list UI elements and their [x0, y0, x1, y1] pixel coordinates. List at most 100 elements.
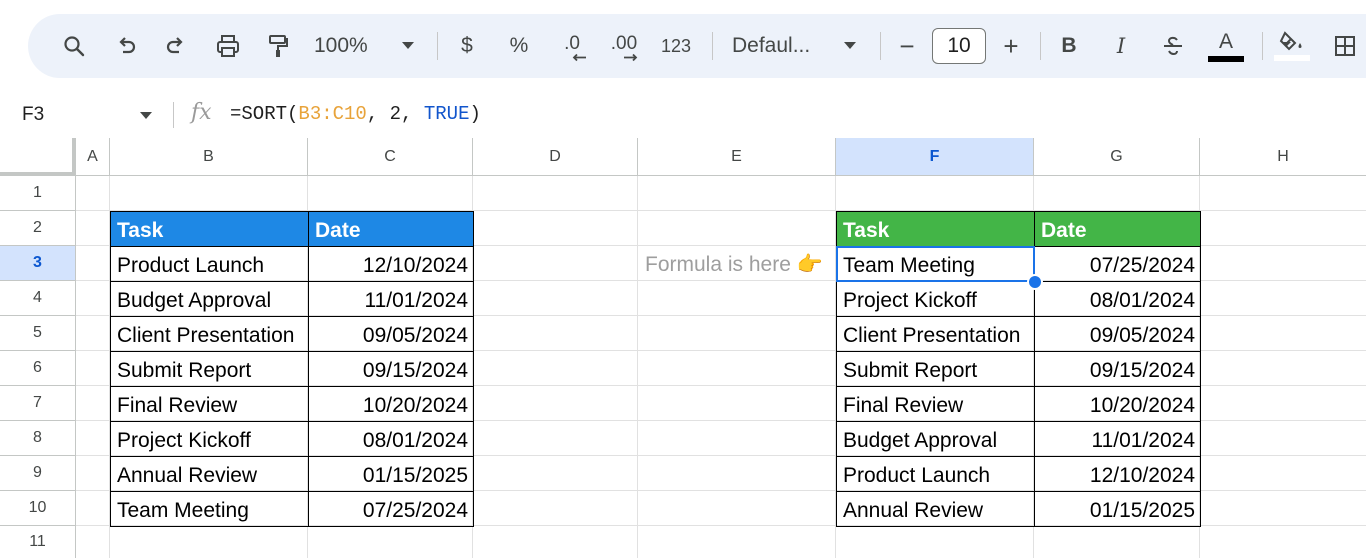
caret-down-icon: [844, 42, 856, 49]
source_table-header-task[interactable]: Task: [110, 211, 309, 247]
source_table-task-cell[interactable]: Final Review: [110, 386, 309, 422]
column-header-b[interactable]: B: [110, 138, 308, 176]
formula-suffix: ): [469, 103, 481, 125]
currency-format-button[interactable]: $: [452, 14, 482, 78]
source_table-date-cell[interactable]: 10/20/2024: [308, 386, 474, 422]
column-header-f[interactable]: F: [836, 138, 1034, 176]
sorted_table-task-cell[interactable]: Budget Approval: [836, 421, 1035, 457]
source_table-task-cell[interactable]: Submit Report: [110, 351, 309, 387]
sorted_table-task-cell[interactable]: Final Review: [836, 386, 1035, 422]
sorted_table-header-task[interactable]: Task: [836, 211, 1035, 247]
zoom-select[interactable]: 100%: [314, 14, 384, 78]
sorted_table-date-cell[interactable]: 12/10/2024: [1034, 456, 1201, 492]
column-header-c[interactable]: C: [308, 138, 473, 176]
formula-bool: TRUE: [423, 103, 470, 125]
fill-color-button[interactable]: [1272, 14, 1312, 78]
source_table-date-cell[interactable]: 12/10/2024: [308, 246, 474, 282]
sorted_table-task-cell[interactable]: Client Presentation: [836, 316, 1035, 352]
sorted_table-task-cell[interactable]: Project Kickoff: [836, 281, 1035, 317]
decrease-decimal-button[interactable]: .0: [552, 14, 592, 78]
formula-input[interactable]: =SORT(B3:C10, 2, TRUE): [230, 92, 481, 137]
column-header-g[interactable]: G: [1034, 138, 1200, 176]
strikethrough-button[interactable]: [1158, 14, 1188, 78]
sorted_table-date-cell[interactable]: 11/01/2024: [1034, 421, 1201, 457]
row-header-4[interactable]: 4: [0, 281, 76, 316]
print-button[interactable]: [210, 14, 246, 78]
borders-icon: [1335, 36, 1355, 56]
source_table-task-cell[interactable]: Product Launch: [110, 246, 309, 282]
sorted_table-task-cell[interactable]: Annual Review: [836, 491, 1035, 527]
font-family-value: Defaul...: [732, 34, 811, 57]
row-header-7[interactable]: 7: [0, 386, 76, 421]
search-menus-button[interactable]: [56, 14, 92, 78]
sorted_table-date-cell[interactable]: 09/15/2024: [1034, 351, 1201, 387]
redo-button[interactable]: [158, 14, 194, 78]
font-family-select[interactable]: Defaul...: [732, 14, 822, 78]
active-cell-f3[interactable]: [836, 246, 1035, 282]
decrease-font-size-button[interactable]: −: [894, 14, 920, 78]
more-formats-button[interactable]: 123: [658, 14, 694, 78]
source_table-date-cell[interactable]: 11/01/2024: [308, 281, 474, 317]
sorted_table-date-cell[interactable]: 07/25/2024: [1034, 246, 1201, 282]
row-header-6[interactable]: 6: [0, 351, 76, 386]
arrow-right-icon: [624, 53, 638, 61]
sorted_table-header-date[interactable]: Date: [1034, 211, 1201, 247]
toolbar-divider: [437, 32, 438, 60]
fx-icon: fx: [191, 100, 212, 125]
strikethrough-icon: [1164, 36, 1182, 55]
toolbar-divider: [1040, 32, 1041, 60]
name-box-dropdown-icon[interactable]: [139, 111, 153, 121]
fill-handle[interactable]: [1027, 274, 1043, 290]
source_table-date-cell[interactable]: 07/25/2024: [308, 491, 474, 527]
font-family-dropdown[interactable]: [838, 14, 862, 78]
select-all-corner[interactable]: [0, 138, 76, 176]
bold-button[interactable]: B: [1056, 14, 1082, 78]
percent-format-button[interactable]: %: [504, 14, 534, 78]
source_table-task-cell[interactable]: Team Meeting: [110, 491, 309, 527]
source_table-date-cell[interactable]: 08/01/2024: [308, 421, 474, 457]
column-header-a[interactable]: A: [76, 138, 110, 176]
spreadsheet-grid: A B C D E F G H 1 2 3 4 5 6 7 8 9 10 11 …: [0, 138, 1366, 558]
increase-decimal-button[interactable]: .00: [604, 14, 644, 78]
bold-icon: B: [1061, 34, 1077, 57]
row-header-8[interactable]: 8: [0, 421, 76, 456]
sorted_table-date-cell[interactable]: 10/20/2024: [1034, 386, 1201, 422]
row-header-9[interactable]: 9: [0, 456, 76, 491]
font-size-input[interactable]: 10: [932, 28, 986, 64]
source_table-task-cell[interactable]: Budget Approval: [110, 281, 309, 317]
row-header-3[interactable]: 3: [0, 246, 76, 281]
increase-font-size-button[interactable]: +: [998, 14, 1024, 78]
name-box[interactable]: F3: [22, 92, 44, 137]
source_table-header-date[interactable]: Date: [308, 211, 474, 247]
row-header-1[interactable]: 1: [0, 176, 76, 211]
zoom-value: 100%: [314, 34, 368, 57]
column-header-d[interactable]: D: [473, 138, 638, 176]
toolbar: 100% $ % .0 .00 123 Defaul... − 10 + B I: [28, 14, 1366, 78]
print-icon: [217, 35, 239, 57]
row-header-10[interactable]: 10: [0, 491, 76, 526]
sorted_table-date-cell[interactable]: 09/05/2024: [1034, 316, 1201, 352]
row-header-11[interactable]: 11: [0, 526, 76, 558]
formula-bar-divider: [173, 102, 174, 128]
row-header-2[interactable]: 2: [0, 211, 76, 246]
zoom-dropdown[interactable]: [396, 14, 420, 78]
italic-button[interactable]: I: [1108, 14, 1134, 78]
sorted_table-date-cell[interactable]: 01/15/2025: [1034, 491, 1201, 527]
source_table-date-cell[interactable]: 09/05/2024: [308, 316, 474, 352]
sorted_table-date-cell[interactable]: 08/01/2024: [1034, 281, 1201, 317]
source_table-task-cell[interactable]: Annual Review: [110, 456, 309, 492]
paint-format-button[interactable]: [260, 14, 296, 78]
borders-button[interactable]: [1330, 14, 1360, 78]
source_table-task-cell[interactable]: Project Kickoff: [110, 421, 309, 457]
column-header-e[interactable]: E: [638, 138, 836, 176]
column-header-h[interactable]: H: [1200, 138, 1366, 176]
sorted_table-task-cell[interactable]: Product Launch: [836, 456, 1035, 492]
source_table-date-cell[interactable]: 01/15/2025: [308, 456, 474, 492]
undo-button[interactable]: [108, 14, 144, 78]
row-header-5[interactable]: 5: [0, 316, 76, 351]
sorted_table-task-cell[interactable]: Submit Report: [836, 351, 1035, 387]
text-color-button[interactable]: A: [1204, 14, 1248, 78]
source_table-task-cell[interactable]: Client Presentation: [110, 316, 309, 352]
source_table-date-cell[interactable]: 09/15/2024: [308, 351, 474, 387]
toolbar-divider: [1262, 32, 1263, 60]
